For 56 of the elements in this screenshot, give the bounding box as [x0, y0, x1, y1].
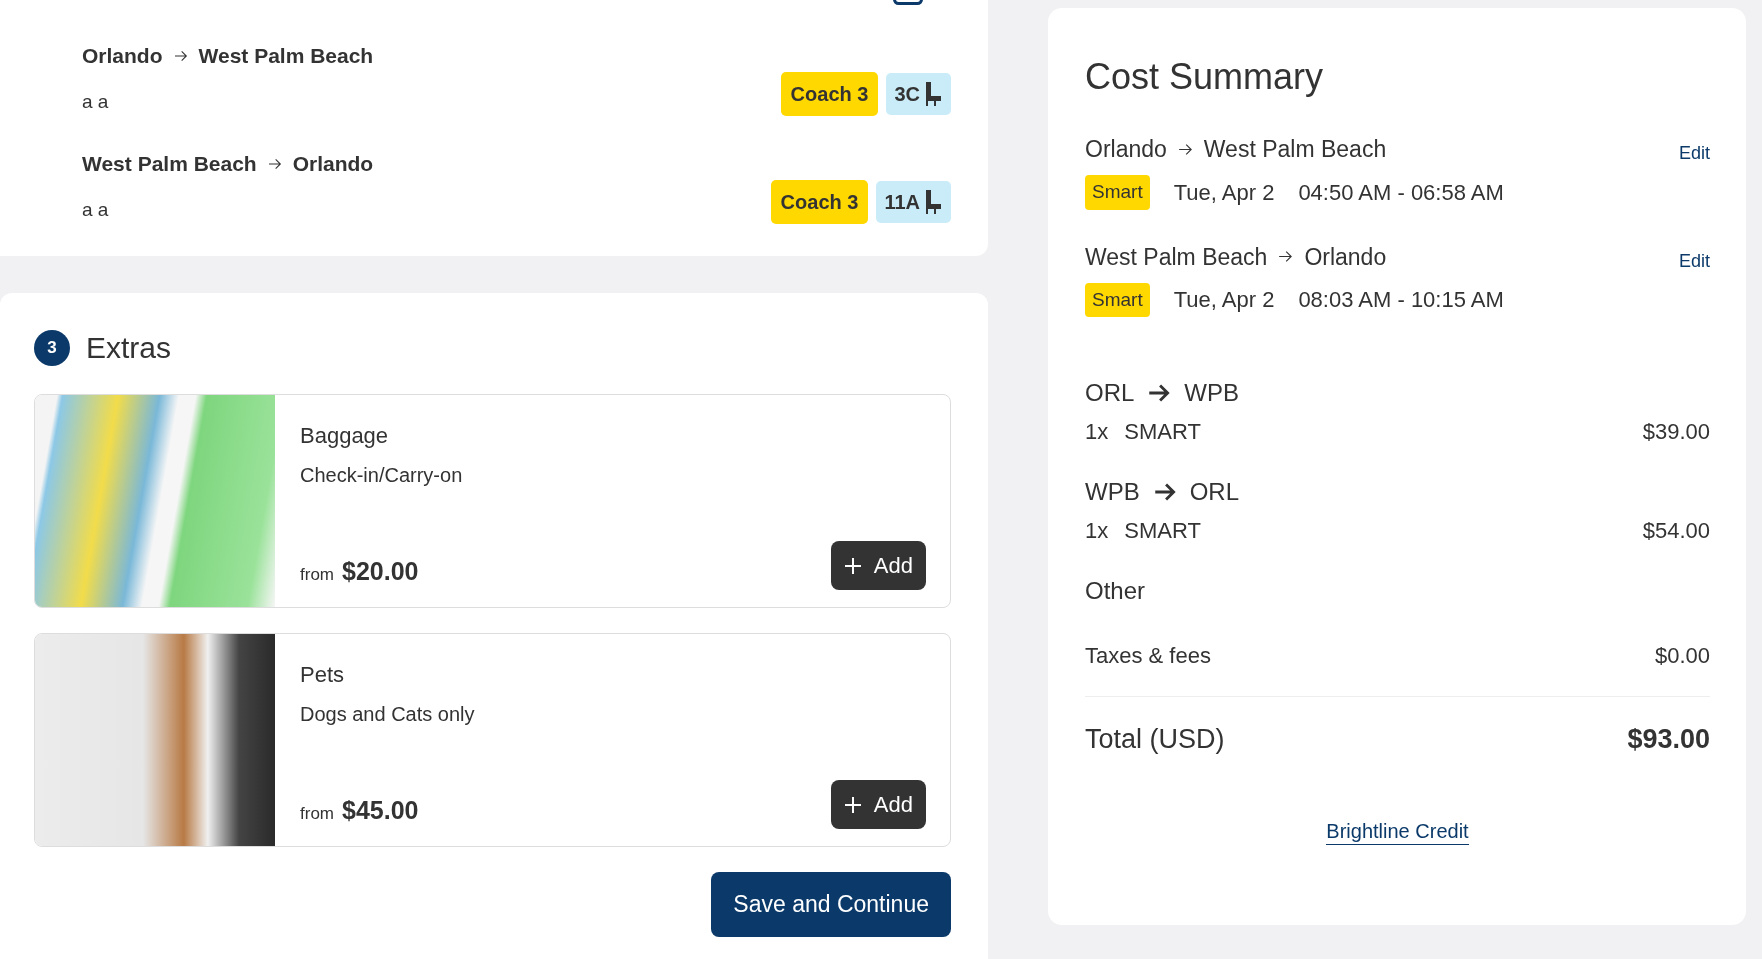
- extra-price: $20.00: [342, 555, 419, 587]
- plus-icon: [843, 795, 862, 814]
- credit-link[interactable]: Brightline Credit: [1326, 819, 1469, 845]
- seat-icon: [923, 80, 943, 108]
- total-amount: $93.00: [1627, 723, 1710, 756]
- edit-link[interactable]: Edit: [1678, 247, 1710, 275]
- fare-price: $39.00: [1642, 418, 1710, 446]
- extra-description: Dogs and Cats only: [300, 702, 476, 727]
- extra-price: $45.00: [342, 794, 419, 826]
- fare-badge: Smart: [1085, 175, 1150, 210]
- origin-station: West Palm Beach: [82, 151, 257, 177]
- fee-amount: $0.00: [1654, 642, 1710, 670]
- origin-station: ORL: [1085, 378, 1135, 408]
- passenger-name: a a: [82, 89, 110, 114]
- total-label: Total (USD): [1085, 723, 1225, 756]
- destination-station: West Palm Beach: [1203, 135, 1387, 164]
- coach-badge: Coach 3: [770, 180, 869, 224]
- origin-station: West Palm Beach: [1085, 242, 1268, 272]
- seat-number: 3C: [894, 82, 920, 107]
- add-button[interactable]: Add: [830, 541, 926, 590]
- plus-icon: [843, 556, 862, 575]
- passenger-name: a a: [82, 197, 110, 222]
- trip-date: Tue, Apr 2: [1173, 286, 1275, 315]
- seat-number: 11A: [884, 190, 920, 215]
- destination-station: West Palm Beach: [198, 43, 374, 69]
- origin-station: Orlando: [82, 43, 163, 69]
- section-title: Extras: [86, 330, 172, 366]
- fare-price: $54.00: [1642, 517, 1710, 545]
- origin-station: Orlando: [1085, 135, 1167, 164]
- destination-station: ORL: [1189, 477, 1240, 507]
- coach-badge: Coach 3: [780, 72, 879, 116]
- seat-icon: [923, 188, 943, 216]
- fare-quantity: 1x: [1085, 418, 1109, 446]
- section-heading: Other: [1085, 576, 1147, 606]
- edit-link[interactable]: Edit: [1678, 140, 1710, 167]
- extra-title: Pets: [300, 661, 346, 689]
- fare-class: SMART: [1124, 418, 1201, 446]
- extra-description: Check-in/Carry-on: [300, 463, 464, 488]
- origin-station: WPB: [1085, 477, 1140, 507]
- panel-title: Cost Summary: [1085, 55, 1325, 99]
- save-and-continue-button[interactable]: Save and Continue: [711, 872, 951, 937]
- trip-time: 04:50 AM - 06:58 AM: [1298, 178, 1504, 207]
- step-number: 3: [34, 329, 70, 366]
- add-button[interactable]: Add: [830, 780, 926, 829]
- fare-quantity: 1x: [1085, 517, 1109, 545]
- fare-class: SMART: [1124, 517, 1201, 545]
- fee-label: Taxes & fees: [1085, 642, 1211, 670]
- trip-date: Tue, Apr 2: [1173, 178, 1275, 207]
- trip-time: 08:03 AM - 10:15 AM: [1298, 286, 1504, 315]
- from-label: from: [300, 563, 334, 586]
- fare-badge: Smart: [1085, 282, 1150, 317]
- from-label: from: [300, 802, 334, 825]
- extra-title: Baggage: [300, 422, 390, 450]
- destination-station: WPB: [1184, 378, 1240, 408]
- destination-station: Orlando: [292, 151, 374, 177]
- destination-station: Orlando: [1304, 242, 1387, 272]
